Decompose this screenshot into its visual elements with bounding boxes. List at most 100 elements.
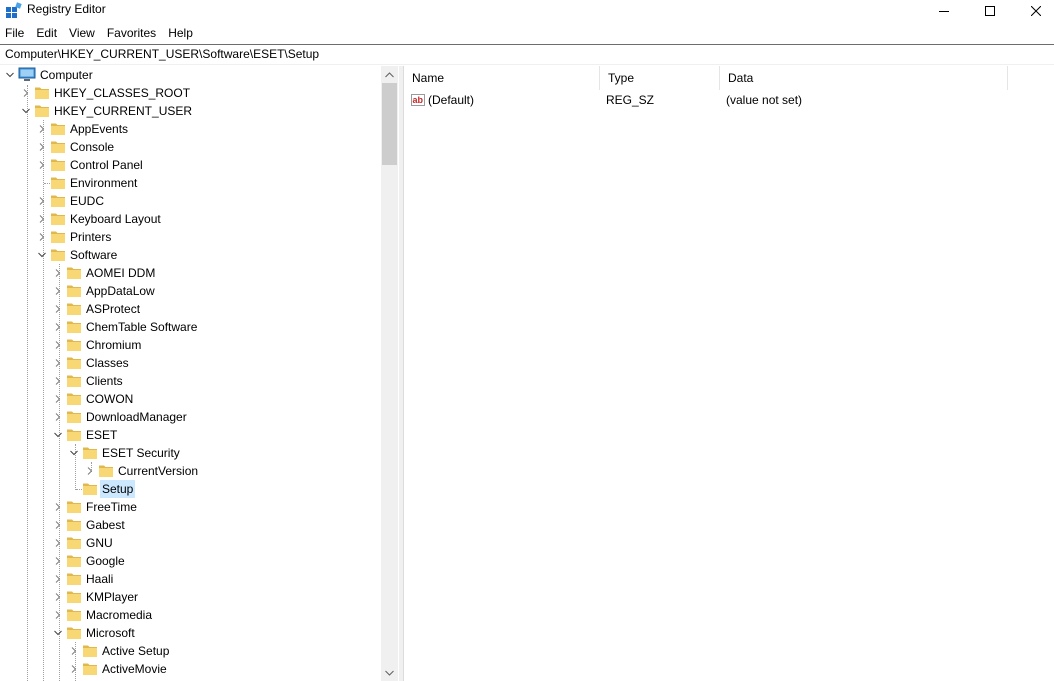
scroll-thumb[interactable]	[382, 83, 397, 165]
tree-item[interactable]: AppDataLow	[0, 282, 380, 300]
tree-item[interactable]: Active Setup	[0, 642, 380, 660]
tree-item[interactable]: ASProtect	[0, 300, 380, 318]
maximize-button[interactable]	[967, 0, 1013, 22]
minimize-button[interactable]	[921, 0, 967, 22]
folder-icon	[51, 249, 65, 261]
chevron-down-icon[interactable]	[6, 71, 14, 79]
chevron-right-icon[interactable]	[22, 89, 30, 97]
menu-help[interactable]: Help	[162, 24, 199, 44]
chevron-right-icon[interactable]	[38, 125, 46, 133]
folder-icon	[67, 627, 81, 639]
chevron-right-icon[interactable]	[86, 467, 94, 475]
chevron-right-icon[interactable]	[38, 197, 46, 205]
tree-item[interactable]: Gabest	[0, 516, 380, 534]
scroll-down-button[interactable]	[381, 664, 398, 681]
scroll-up-button[interactable]	[381, 66, 398, 83]
chevron-down-icon[interactable]	[38, 251, 46, 259]
tree-item[interactable]: Keyboard Layout	[0, 210, 380, 228]
folder-icon	[67, 303, 81, 315]
column-header-type[interactable]: Type	[600, 66, 720, 90]
tree-item[interactable]: Software	[0, 246, 380, 264]
title-bar: Registry Editor	[0, 0, 1054, 22]
chevron-right-icon[interactable]	[38, 161, 46, 169]
tree-item[interactable]: COWON	[0, 390, 380, 408]
tree-item[interactable]: Console	[0, 138, 380, 156]
tree-item[interactable]: ActiveMovie	[0, 660, 380, 678]
chevron-right-icon[interactable]	[54, 269, 62, 277]
chevron-down-icon[interactable]	[70, 449, 78, 457]
chevron-down-icon[interactable]	[54, 431, 62, 439]
tree-item[interactable]: ESET	[0, 426, 380, 444]
tree-item[interactable]: CurrentVersion	[0, 462, 380, 480]
folder-icon	[67, 285, 81, 297]
chevron-right-icon[interactable]	[54, 377, 62, 385]
tree-item[interactable]: AppEvents	[0, 120, 380, 138]
folder-icon	[67, 339, 81, 351]
chevron-right-icon[interactable]	[38, 143, 46, 151]
chevron-down-icon[interactable]	[54, 629, 62, 637]
tree-item[interactable]: Google	[0, 552, 380, 570]
column-header-data[interactable]: Data	[720, 66, 1008, 90]
chevron-right-icon[interactable]	[54, 359, 62, 367]
tree-item[interactable]: Printers	[0, 228, 380, 246]
tree-item[interactable]: AOMEI DDM	[0, 264, 380, 282]
tree-item[interactable]: Environment	[0, 174, 380, 192]
tree-item[interactable]: EUDC	[0, 192, 380, 210]
chevron-right-icon[interactable]	[38, 215, 46, 223]
tree-item[interactable]: Control Panel	[0, 156, 380, 174]
chevron-right-icon[interactable]	[54, 539, 62, 547]
tree-item[interactable]: DownloadManager	[0, 408, 380, 426]
tree-item[interactable]: Chromium	[0, 336, 380, 354]
tree-item-label: ESET Security	[102, 446, 180, 460]
tree-item-label: AppEvents	[70, 122, 129, 136]
tree-item-label: EUDC	[70, 194, 105, 208]
menu-favorites[interactable]: Favorites	[101, 24, 162, 44]
chevron-right-icon[interactable]	[54, 557, 62, 565]
string-value-icon: ab	[411, 94, 425, 106]
menu-file[interactable]: File	[0, 24, 30, 44]
address-bar[interactable]: Computer\HKEY_CURRENT_USER\Software\ESET…	[0, 44, 1054, 65]
tree-item[interactable]: HKEY_CLASSES_ROOT	[0, 84, 380, 102]
chevron-right-icon[interactable]	[54, 395, 62, 403]
tree-item[interactable]: Setup	[0, 480, 380, 498]
value-name: (Default)	[428, 93, 475, 107]
close-button[interactable]	[1013, 0, 1054, 22]
chevron-right-icon[interactable]	[70, 665, 78, 673]
column-header-name[interactable]: Name	[404, 66, 600, 90]
chevron-right-icon[interactable]	[54, 503, 62, 511]
tree-item[interactable]: HKEY_CURRENT_USER	[0, 102, 380, 120]
folder-icon	[67, 267, 81, 279]
chevron-right-icon[interactable]	[54, 611, 62, 619]
tree-item[interactable]: KMPlayer	[0, 588, 380, 606]
chevron-right-icon[interactable]	[54, 323, 62, 331]
tree-item-computer[interactable]: Computer	[0, 66, 380, 84]
tree-item[interactable]: Microsoft	[0, 624, 380, 642]
chevron-right-icon[interactable]	[70, 647, 78, 655]
tree-item[interactable]: Haali	[0, 570, 380, 588]
tree-item[interactable]: FreeTime	[0, 498, 380, 516]
tree-item[interactable]: ESET Security	[0, 444, 380, 462]
chevron-right-icon[interactable]	[54, 287, 62, 295]
values-list[interactable]: Name Type Data ab (Default) REG_SZ (valu…	[404, 66, 1054, 681]
menu-view[interactable]: View	[63, 24, 101, 44]
chevron-down-icon[interactable]	[22, 107, 30, 115]
chevron-right-icon[interactable]	[38, 233, 46, 241]
tree-item-label: Setup	[100, 480, 136, 498]
tree-scrollbar[interactable]	[381, 66, 398, 681]
chevron-right-icon[interactable]	[54, 521, 62, 529]
chevron-right-icon[interactable]	[54, 593, 62, 601]
folder-icon	[51, 231, 65, 243]
tree-item[interactable]: Classes	[0, 354, 380, 372]
tree-item-label: Console	[70, 140, 115, 154]
menu-edit[interactable]: Edit	[30, 24, 63, 44]
chevron-right-icon[interactable]	[54, 413, 62, 421]
registry-tree[interactable]: Computer HKEY_CLASSES_ROOT HKEY_CURRENT_U…	[0, 66, 399, 681]
chevron-right-icon[interactable]	[54, 575, 62, 583]
tree-item[interactable]: Clients	[0, 372, 380, 390]
tree-item[interactable]: ChemTable Software	[0, 318, 380, 336]
list-item[interactable]: ab (Default) REG_SZ (value not set)	[404, 91, 1054, 109]
tree-item[interactable]: GNU	[0, 534, 380, 552]
tree-item[interactable]: Macromedia	[0, 606, 380, 624]
chevron-right-icon[interactable]	[54, 305, 62, 313]
chevron-right-icon[interactable]	[54, 341, 62, 349]
